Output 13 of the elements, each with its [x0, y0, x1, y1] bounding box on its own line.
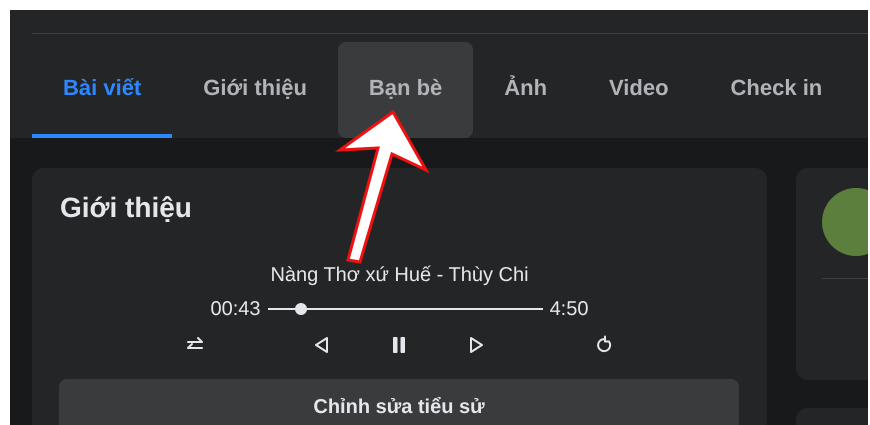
- elapsed-time: 00:43: [210, 297, 261, 321]
- progress-thumb[interactable]: [294, 303, 307, 315]
- section-title: Giới thiệu: [60, 191, 193, 225]
- tab[interactable]: Video: [578, 42, 700, 138]
- song-title: Nàng Thơ xứ Huế - Thùy Chi: [269, 263, 530, 287]
- tab[interactable]: Bạn bè: [338, 42, 474, 138]
- duration-time: 4:50: [550, 297, 588, 321]
- edit-bio-button[interactable]: Chỉnh sửa tiểu sử: [59, 379, 739, 425]
- repeat-icon[interactable]: [594, 335, 614, 355]
- tab[interactable]: Ảnh: [473, 42, 578, 138]
- tab[interactable]: Check in: [700, 42, 854, 138]
- tab[interactable]: Giới thiệu: [172, 42, 338, 138]
- tab[interactable]: Bài viết: [32, 42, 172, 138]
